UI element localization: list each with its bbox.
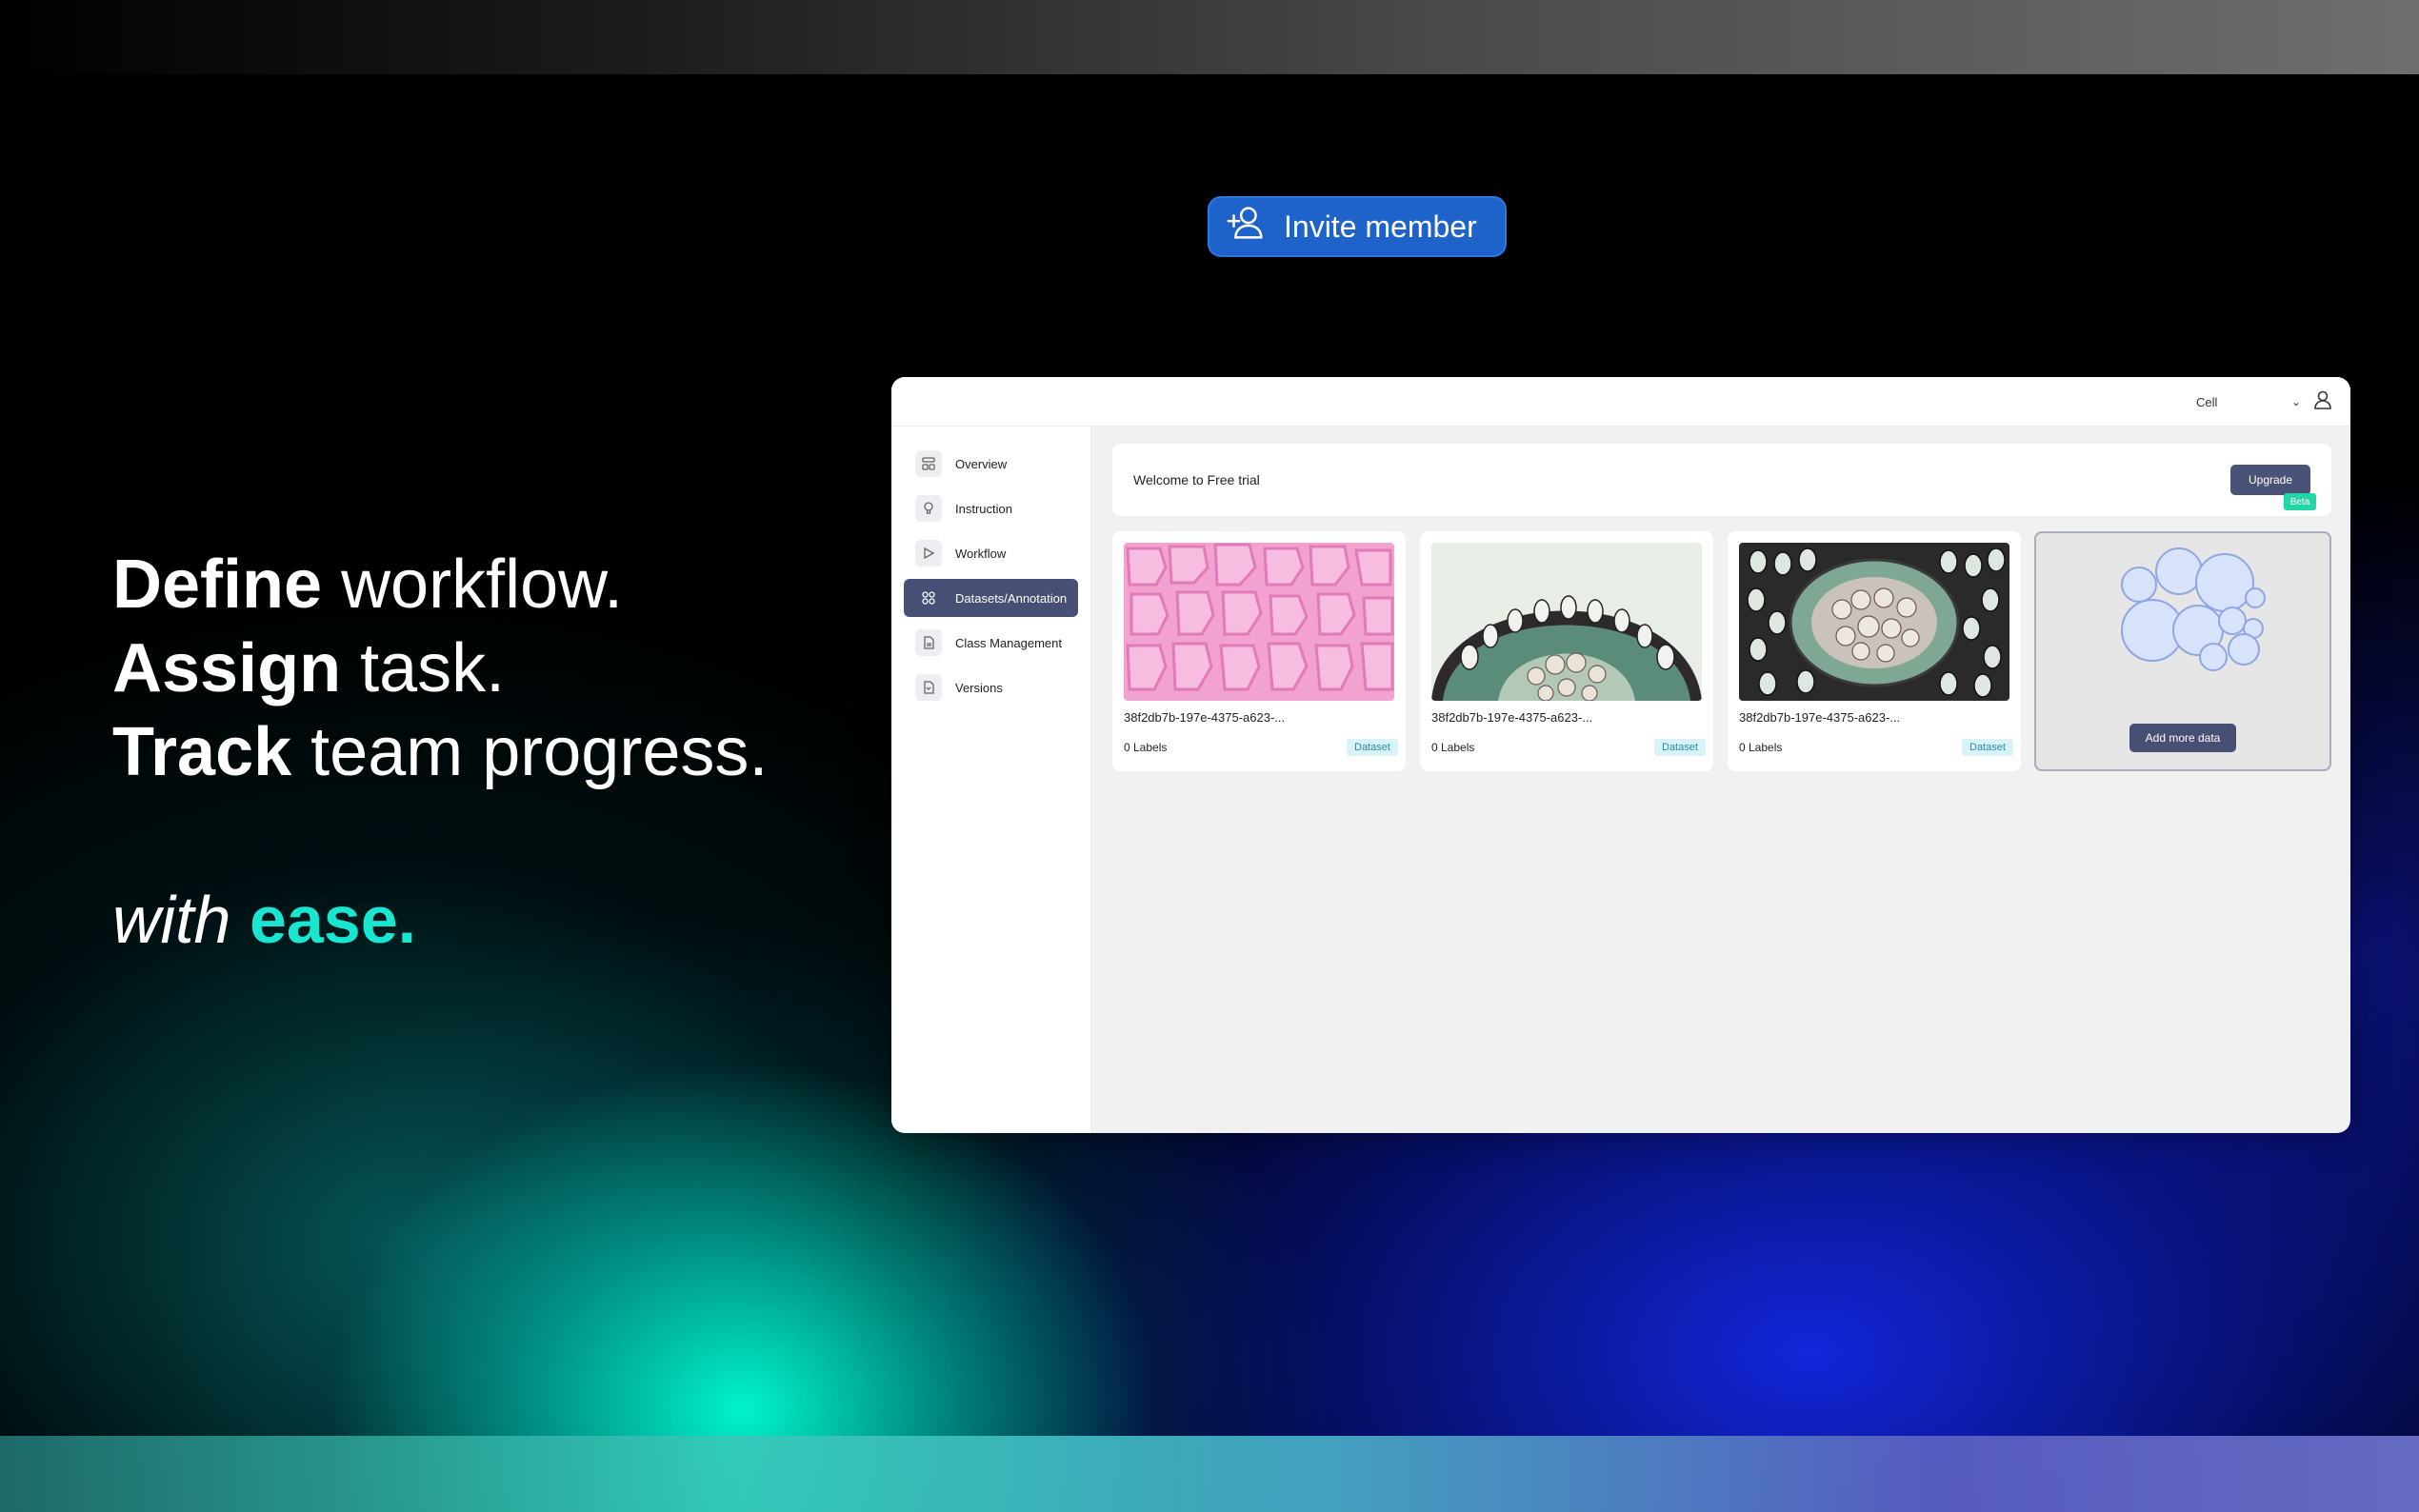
- headline-line-2: Assign task.: [112, 627, 768, 710]
- top-strip: [0, 0, 2419, 74]
- add-data-card[interactable]: Add more data: [2034, 531, 2331, 771]
- sidebar-item-workflow[interactable]: Workflow: [904, 534, 1078, 572]
- dataset-name: 38f2db7b-197e-4375-a623-...: [1431, 710, 1593, 725]
- tagline-ease: ease.: [249, 883, 417, 957]
- dataset-tag: Dataset: [1962, 739, 2013, 756]
- sidebar-item-label: Workflow: [955, 546, 1007, 561]
- sidebar-item-label: Versions: [955, 680, 1003, 695]
- headline-rest-1: workflow.: [341, 547, 624, 623]
- add-user-icon: [1223, 201, 1267, 252]
- sidebar-item-overview[interactable]: Overview: [904, 445, 1078, 483]
- free-trial-banner: Welcome to Free trial Upgrade Beta: [1112, 444, 2331, 516]
- dataset-name: 38f2db7b-197e-4375-a623-...: [1739, 710, 1901, 725]
- tagline: with ease.: [112, 882, 416, 958]
- dataset-card[interactable]: 38f2db7b-197e-4375-a623-... 0 Labels Dat…: [1112, 531, 1406, 771]
- bubbles-illustration: [2121, 547, 2266, 671]
- headline-rest-3: team progress.: [310, 714, 769, 790]
- dataset-thumbnail: [1739, 543, 2009, 701]
- versions-icon: [915, 674, 942, 701]
- dataset-label-count: 0 Labels: [1431, 741, 1475, 754]
- sidebar-item-class-management[interactable]: Class Management: [904, 624, 1078, 662]
- sidebar-item-label: Datasets/Annotation: [955, 590, 1068, 606]
- grid-icon: [915, 585, 942, 611]
- dataset-card[interactable]: 38f2db7b-197e-4375-a623-... 0 Labels Dat…: [1728, 531, 2021, 771]
- lightbulb-icon: [915, 495, 942, 522]
- app-window: Cell ⌄ Overview Instruction Workflow Dat…: [891, 377, 2350, 1133]
- dataset-tag: Dataset: [1347, 739, 1398, 756]
- dataset-thumbnail: [1124, 543, 1394, 701]
- sidebar-item-label: Instruction: [955, 501, 1012, 516]
- bottom-strip: [0, 1436, 2419, 1512]
- app-topbar: Cell ⌄: [891, 377, 2350, 427]
- sidebar-item-label: Class Management: [955, 635, 1062, 650]
- document-icon: [915, 629, 942, 656]
- headline-bold-3: Track: [112, 714, 292, 790]
- add-more-data-button[interactable]: Add more data: [2129, 724, 2236, 752]
- dataset-name: 38f2db7b-197e-4375-a623-...: [1124, 710, 1286, 725]
- dataset-tag: Dataset: [1654, 739, 1706, 756]
- headline-line-3: Track team progress.: [112, 710, 768, 794]
- headline: Define workflow. Assign task. Track team…: [112, 543, 768, 794]
- sidebar-item-instruction[interactable]: Instruction: [904, 489, 1078, 527]
- overview-icon: [915, 450, 942, 477]
- user-icon[interactable]: [2310, 388, 2335, 412]
- headline-rest-2: task.: [360, 630, 506, 706]
- sidebar-item-datasets-annotation[interactable]: Datasets/Annotation: [904, 579, 1078, 617]
- project-select-value: Cell: [2196, 394, 2218, 409]
- headline-bold-1: Define: [112, 547, 323, 623]
- headline-bold-2: Assign: [112, 630, 342, 706]
- beta-badge: Beta: [2284, 493, 2316, 510]
- dataset-thumbnail: [1431, 543, 1702, 701]
- chevron-down-icon: ⌄: [2290, 395, 2301, 408]
- sidebar: Overview Instruction Workflow Datasets/A…: [891, 427, 1091, 1133]
- sidebar-item-versions[interactable]: Versions: [904, 668, 1078, 706]
- dataset-card[interactable]: 38f2db7b-197e-4375-a623-... 0 Labels Dat…: [1420, 531, 1713, 771]
- dataset-label-count: 0 Labels: [1124, 741, 1168, 754]
- dataset-label-count: 0 Labels: [1739, 741, 1783, 754]
- upgrade-button[interactable]: Upgrade: [2230, 465, 2310, 495]
- tagline-with: with: [112, 883, 231, 957]
- invite-member-button[interactable]: Invite member: [1208, 196, 1507, 257]
- play-icon: [915, 540, 942, 567]
- headline-line-1: Define workflow.: [112, 543, 768, 627]
- banner-text: Welcome to Free trial: [1133, 472, 1260, 487]
- invite-member-label: Invite member: [1284, 209, 1477, 244]
- project-select[interactable]: Cell ⌄: [2196, 390, 2301, 413]
- sidebar-item-label: Overview: [955, 456, 1008, 471]
